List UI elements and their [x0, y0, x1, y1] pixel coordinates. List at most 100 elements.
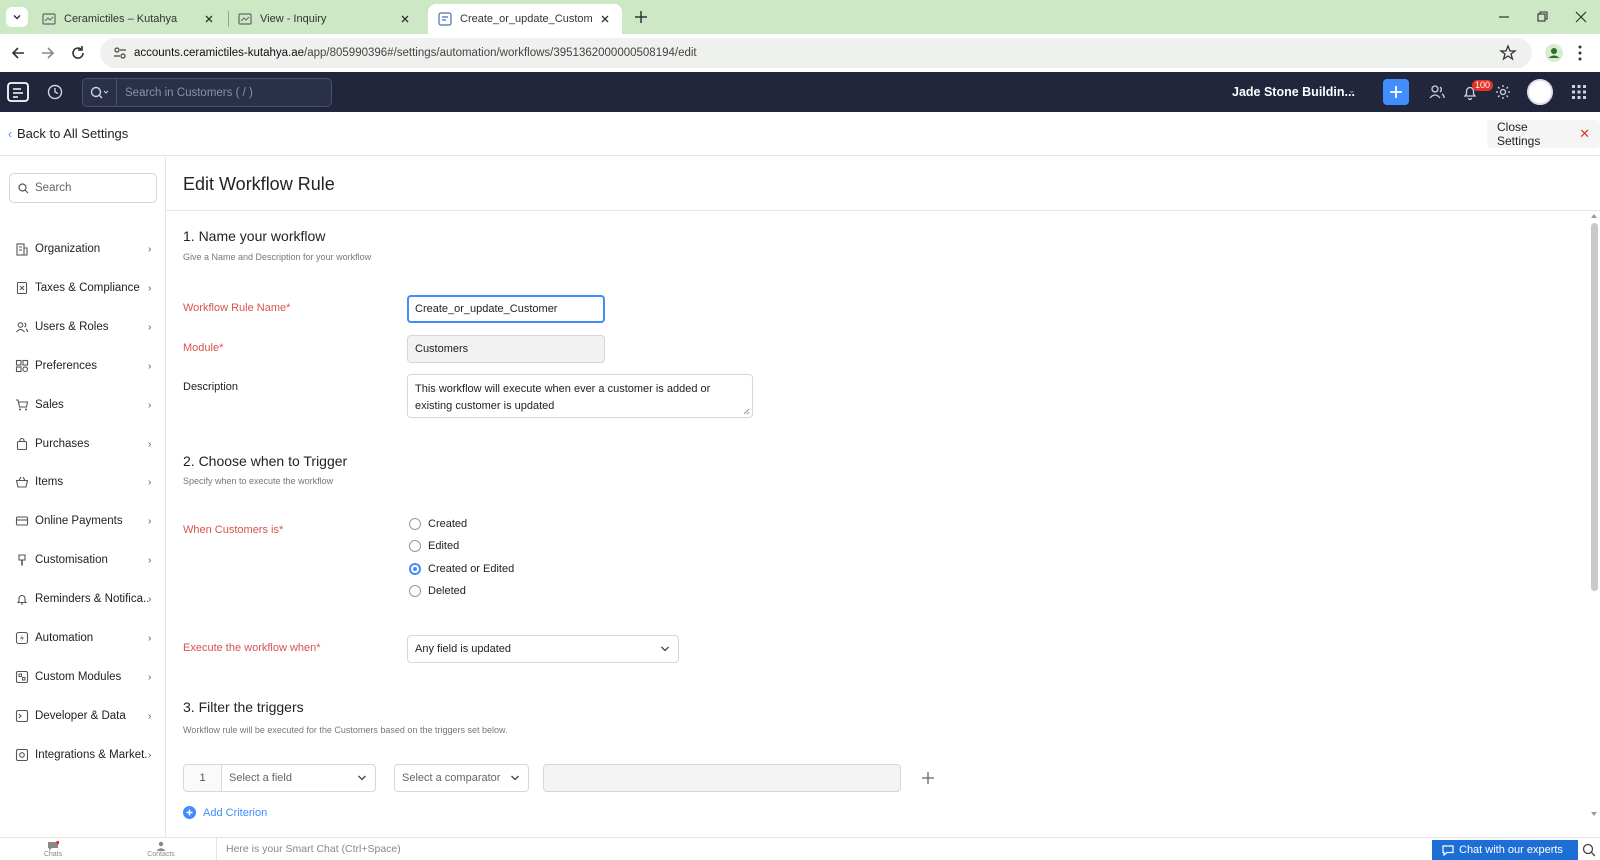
sidebar-item-users-roles[interactable]: Users & Roles › [0, 313, 166, 341]
resize-handle-icon[interactable] [742, 407, 750, 415]
user-avatar[interactable] [1527, 79, 1553, 105]
scroll-down-arrow-icon[interactable] [1590, 811, 1598, 817]
radio-option-deleted[interactable]: Deleted [409, 585, 466, 597]
profile-icon[interactable] [1544, 43, 1564, 63]
radio-button-selected[interactable] [409, 563, 421, 575]
add-criterion-link[interactable]: Add Criterion [183, 806, 267, 819]
global-search[interactable]: Search in Customers ( / ) [82, 78, 332, 107]
organization-switcher[interactable]: Jade Stone Buildin... [1232, 85, 1355, 99]
sidebar-item-integrations-marketplace[interactable]: Integrations & Market... › [0, 741, 166, 769]
content-scrollbar[interactable] [1588, 211, 1600, 821]
minimize-icon[interactable] [1495, 8, 1513, 26]
radio-button[interactable] [409, 518, 421, 530]
sidebar-item-preferences[interactable]: Preferences › [0, 352, 166, 380]
scroll-up-arrow-icon[interactable] [1590, 213, 1598, 219]
sidebar-item-taxes-compliance[interactable]: Taxes & Compliance › [0, 274, 166, 302]
brush-icon [18, 554, 26, 566]
workflow-rule-name-input[interactable]: Create_or_update_Customer [407, 295, 605, 323]
chevron-down-icon [661, 646, 669, 652]
smart-chat-input[interactable]: Here is your Smart Chat (Ctrl+Space) [226, 843, 401, 855]
settings-gear-icon[interactable] [1494, 83, 1512, 101]
back-arrow-icon[interactable] [8, 43, 28, 63]
criterion-field-select[interactable]: Select a field [221, 764, 376, 792]
sidebar-item-label: Customisation [35, 554, 108, 566]
settings-top-bar: ‹ Back to All Settings Close Settings ✕ [0, 112, 1600, 156]
sidebar-item-custom-modules[interactable]: Custom Modules › [0, 663, 166, 691]
browser-tab-workflow-active[interactable]: Create_or_update_Customer | V [428, 4, 622, 34]
sidebar-item-online-payments[interactable]: Online Payments › [0, 507, 166, 535]
chevron-right-icon: › [148, 749, 152, 761]
plus-circle-icon [183, 806, 196, 819]
close-icon[interactable] [598, 12, 612, 26]
execute-when-label: Execute the workflow when* [183, 642, 321, 654]
search-icon[interactable] [1582, 843, 1596, 857]
radio-button[interactable] [409, 540, 421, 552]
sidebar-item-reminders-notifications[interactable]: Reminders & Notifica... › [0, 585, 166, 613]
forward-arrow-icon[interactable] [38, 43, 58, 63]
close-icon[interactable] [398, 12, 412, 26]
radio-button[interactable] [409, 585, 421, 597]
radio-option-created[interactable]: Created [409, 518, 467, 530]
radio-label: Edited [428, 540, 460, 552]
chevron-down-icon[interactable]: ⌄ [1348, 85, 1356, 96]
quick-create-button[interactable] [1383, 79, 1409, 105]
recent-history-icon[interactable] [46, 83, 64, 101]
browser-toolbar: accounts.ceramictiles-kutahya.ae/app/805… [0, 34, 1600, 72]
criterion-value-input[interactable] [543, 764, 901, 792]
chevron-right-icon: › [148, 593, 152, 605]
back-to-all-settings-link[interactable]: ‹ Back to All Settings [8, 126, 128, 141]
site-info-icon[interactable] [112, 45, 128, 61]
radio-option-created-or-edited[interactable]: Created or Edited [409, 563, 514, 575]
sidebar-item-sales[interactable]: Sales › [0, 391, 166, 419]
close-settings-button[interactable]: Close Settings ✕ [1487, 120, 1600, 148]
chevron-right-icon: › [148, 710, 152, 722]
close-icon[interactable] [202, 12, 216, 26]
sidebar-item-purchases[interactable]: Purchases › [0, 430, 166, 458]
chats-button[interactable]: Chats [38, 841, 68, 860]
scrollbar-thumb[interactable] [1591, 223, 1598, 591]
app-logo-icon[interactable] [6, 80, 30, 104]
contacts-button[interactable]: Contacts [146, 841, 176, 860]
chevron-down-icon [358, 775, 366, 781]
radio-option-edited[interactable]: Edited [409, 540, 459, 552]
back-link-label: Back to All Settings [17, 126, 129, 141]
section-subtitle-filter: Workflow rule will be executed for the C… [183, 725, 508, 735]
add-row-plus-icon[interactable] [920, 770, 936, 786]
sidebar-item-organization[interactable]: Organization › [0, 235, 166, 263]
window-close-icon[interactable] [1572, 8, 1590, 26]
sidebar-item-developer-data[interactable]: Developer & Data › [0, 702, 166, 730]
browser-tab-ceramictiles[interactable]: Ceramictiles – Kutahya [32, 4, 226, 34]
search-scope-dropdown[interactable] [83, 79, 117, 106]
when-customers-is-label: When Customers is* [183, 524, 284, 536]
address-bar[interactable]: accounts.ceramictiles-kutahya.ae/app/805… [100, 38, 1532, 68]
chevron-right-icon: › [148, 554, 152, 566]
browser-menu-icon[interactable] [1570, 43, 1590, 63]
chevron-right-icon: › [148, 399, 152, 411]
reload-icon[interactable] [68, 43, 88, 63]
execute-when-value: Any field is updated [415, 643, 512, 655]
criterion-comparator-select[interactable]: Select a comparator [394, 764, 529, 792]
sidebar-item-label: Sales [35, 399, 64, 411]
tab-search-button[interactable] [6, 7, 28, 27]
settings-search-input[interactable]: Search [9, 173, 157, 203]
app-grid-icon[interactable] [1570, 83, 1588, 101]
description-textarea[interactable]: This workflow will execute when ever a c… [407, 374, 753, 418]
restore-icon[interactable] [1533, 8, 1551, 26]
workflow-edit-panel: Edit Workflow Rule 1. Name your workflow… [166, 157, 1600, 837]
browser-tab-view-inquiry[interactable]: View - Inquiry [228, 4, 422, 34]
lightning-icon [15, 631, 29, 645]
new-tab-icon[interactable] [632, 8, 650, 26]
bookmark-star-icon[interactable] [1498, 43, 1518, 63]
chat-with-experts-label: Chat with our experts [1459, 844, 1563, 856]
page-title: Edit Workflow Rule [183, 174, 335, 194]
chevron-left-icon: ‹ [8, 126, 12, 141]
execute-when-select[interactable]: Any field is updated [407, 635, 679, 663]
chat-with-experts-button[interactable]: Chat with our experts [1432, 840, 1578, 860]
search-icon [18, 182, 29, 193]
criterion-number: 1 [183, 764, 221, 792]
sidebar-item-customisation[interactable]: Customisation › [0, 546, 166, 574]
sidebar-item-automation[interactable]: Automation › [0, 624, 166, 652]
sidebar-item-items[interactable]: Items › [0, 468, 166, 496]
referral-users-icon[interactable] [1428, 83, 1446, 101]
module-icon [15, 670, 29, 684]
